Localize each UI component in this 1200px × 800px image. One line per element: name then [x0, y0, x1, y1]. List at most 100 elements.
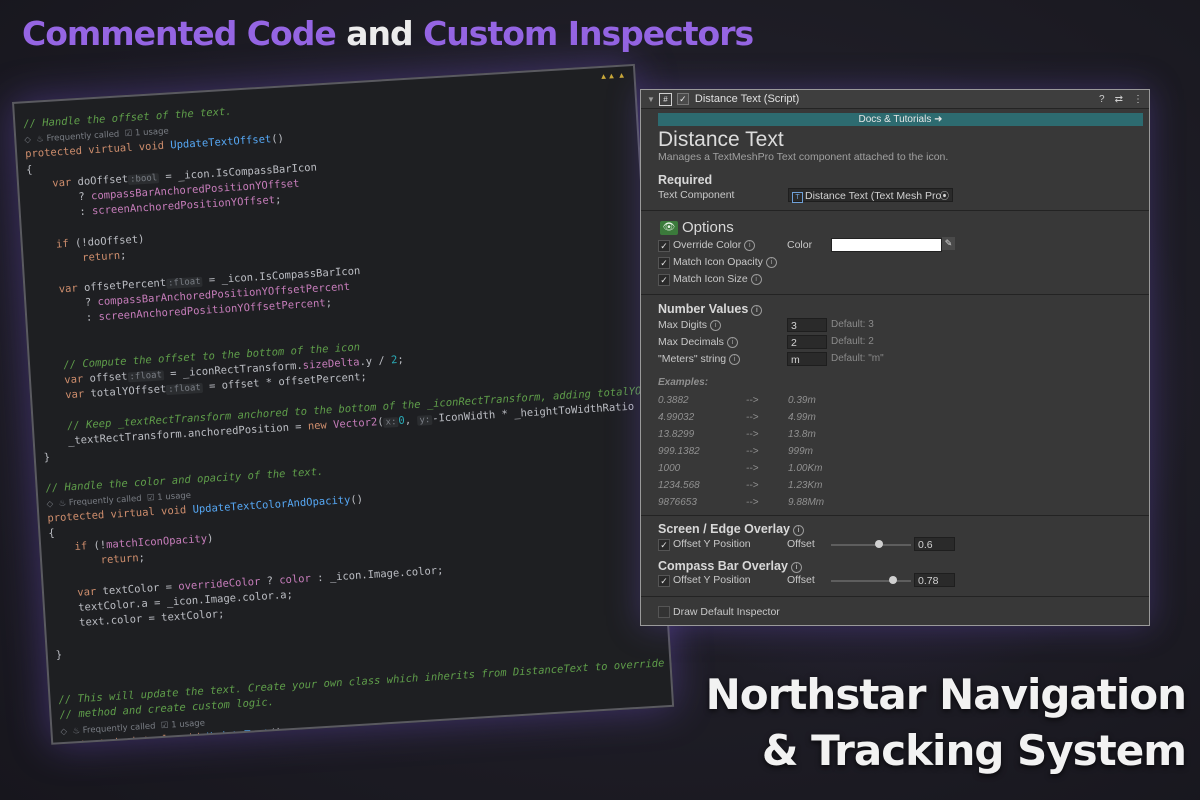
object-picker-icon[interactable]: ⦿: [940, 189, 949, 203]
match-icon-opacity-row: Match Icon Opacity i: [673, 256, 777, 268]
number-values-label: Number Values: [658, 302, 749, 316]
headline-and: and: [346, 14, 413, 53]
example-output: 999m: [788, 446, 814, 457]
screen-offset-field[interactable]: 0.6: [914, 537, 955, 551]
meters-string-field[interactable]: m: [787, 352, 827, 366]
code-token: ;: [325, 297, 333, 310]
example-arrow: -->: [746, 480, 759, 491]
draw-default-inspector-checkbox[interactable]: [658, 606, 670, 618]
max-digits-row: Max Digits i: [658, 319, 722, 331]
code-token: ◇: [60, 725, 73, 737]
screen-offset-label: Offset: [787, 538, 815, 550]
code-lines: // Handle the offset of the text. ◇ ♨ Fre…: [23, 74, 674, 745]
code-token: :bool: [127, 172, 160, 185]
compass-offset-y-label: Offset Y Position: [673, 574, 751, 586]
screen-offset-slider[interactable]: [831, 544, 911, 546]
foldout-arrow-icon[interactable]: ▼: [647, 95, 655, 104]
match-icon-opacity-label: Match Icon Opacity: [673, 256, 763, 268]
code-token: if: [48, 540, 94, 555]
max-decimals-default: Default: 2: [831, 336, 874, 347]
info-icon: i: [710, 320, 722, 331]
help-icon[interactable]: ?: [1099, 94, 1105, 105]
example-input: 9876653: [658, 497, 697, 508]
info-icon: i: [751, 305, 763, 316]
example-input: 0.3882: [658, 395, 689, 406]
meters-string-label: "Meters" string: [658, 353, 727, 365]
code-token: {: [25, 163, 33, 176]
preset-icon[interactable]: ⇄: [1115, 94, 1123, 105]
headline: Commented Code and Custom Inspectors: [22, 14, 754, 53]
code-token: (!: [93, 539, 107, 553]
eye-icon[interactable]: 👁: [660, 221, 678, 235]
color-swatch[interactable]: [831, 238, 942, 252]
info-icon: i: [765, 257, 777, 268]
code-token: new: [307, 418, 334, 433]
code-token: ?: [34, 296, 98, 313]
example-arrow: -->: [746, 497, 759, 508]
code-token: var: [39, 388, 91, 404]
tmp-text-icon: T: [792, 192, 803, 203]
code-token: var: [33, 282, 85, 298]
separator: [641, 515, 1149, 516]
compass-offset-y-checkbox[interactable]: ✓: [658, 575, 670, 587]
product-title-line1: Northstar Navigation: [705, 670, 1187, 719]
screen-overlay-label: Screen / Edge Overlay: [658, 522, 791, 536]
code-token: color: [278, 572, 312, 587]
example-arrow: -->: [746, 446, 759, 457]
text-component-field[interactable]: T Distance Text (Text Mesh Pro ⦿: [788, 188, 953, 203]
code-token: (): [350, 493, 364, 506]
example-input: 1234.568: [658, 480, 700, 491]
eyedropper-icon[interactable]: ✎: [942, 237, 955, 250]
compass-offset-slider-handle[interactable]: [889, 576, 898, 584]
code-token: UpdateText: [206, 727, 271, 743]
code-token: ;: [138, 552, 146, 565]
match-icon-size-checkbox[interactable]: ✓: [658, 274, 670, 286]
info-icon: i: [790, 562, 802, 573]
number-values-heading: Number Values i: [658, 302, 763, 316]
code-token: Vector2: [332, 416, 378, 431]
meters-string-default: Default: "m": [831, 353, 884, 364]
example-input: 4.99032: [658, 412, 695, 423]
component-enabled-checkbox[interactable]: ✓: [676, 93, 689, 105]
context-menu-icon[interactable]: ⋮: [1133, 94, 1143, 105]
match-icon-size-row: Match Icon Size i: [673, 273, 762, 285]
override-color-checkbox[interactable]: ✓: [658, 240, 670, 252]
inspector-panel: ▼ # ✓ Distance Text (Script) ? ⇄ ⋮ Docs …: [640, 89, 1150, 626]
match-icon-opacity-checkbox[interactable]: ✓: [658, 257, 670, 269]
code-token: .y /: [359, 354, 392, 369]
code-token: :float: [166, 383, 204, 396]
component-header[interactable]: ▼ # ✓ Distance Text (Script) ? ⇄ ⋮: [641, 90, 1149, 109]
code-token: :float: [165, 276, 203, 289]
screen-offset-y-checkbox[interactable]: ✓: [658, 539, 670, 551]
code-token: sizeDelta: [302, 356, 360, 372]
draw-default-inspector-label: Draw Default Inspector: [673, 606, 780, 618]
code-token: var: [26, 175, 78, 191]
product-title-line2: & Tracking System: [761, 726, 1187, 775]
separator: [641, 210, 1149, 211]
code-token: if: [30, 236, 76, 252]
inspector-subtitle: Manages a TextMeshPro Text component att…: [658, 151, 949, 163]
screen-offset-slider-handle[interactable]: [875, 540, 883, 548]
text-component-value: Distance Text (Text Mesh Pro: [805, 190, 942, 202]
code-token: y:: [417, 414, 433, 426]
component-title: Distance Text (Script): [694, 93, 800, 105]
compass-offset-slider[interactable]: [831, 580, 911, 582]
code-token: }: [55, 648, 63, 661]
example-output: 4.99m: [788, 412, 816, 423]
info-icon: i: [750, 274, 762, 285]
example-input: 1000: [658, 463, 681, 474]
code-token: ShortScaleString: [320, 733, 423, 745]
docs-tutorials-button[interactable]: Docs & Tutorials ➜: [658, 113, 1143, 126]
code-token: totalRounding:: [579, 720, 660, 736]
info-icon: i: [729, 354, 741, 365]
code-token: ): [206, 532, 214, 546]
example-output: 13.8m: [788, 429, 816, 440]
code-token: doOffset: [77, 172, 129, 188]
max-decimals-field[interactable]: 2: [787, 335, 827, 349]
code-token: ?: [259, 574, 280, 588]
override-color-label: Override Color: [673, 239, 742, 251]
max-digits-field[interactable]: 3: [787, 318, 827, 332]
compass-offset-field[interactable]: 0.78: [914, 573, 955, 587]
code-token: var: [38, 372, 90, 389]
required-heading: Required: [658, 173, 713, 187]
